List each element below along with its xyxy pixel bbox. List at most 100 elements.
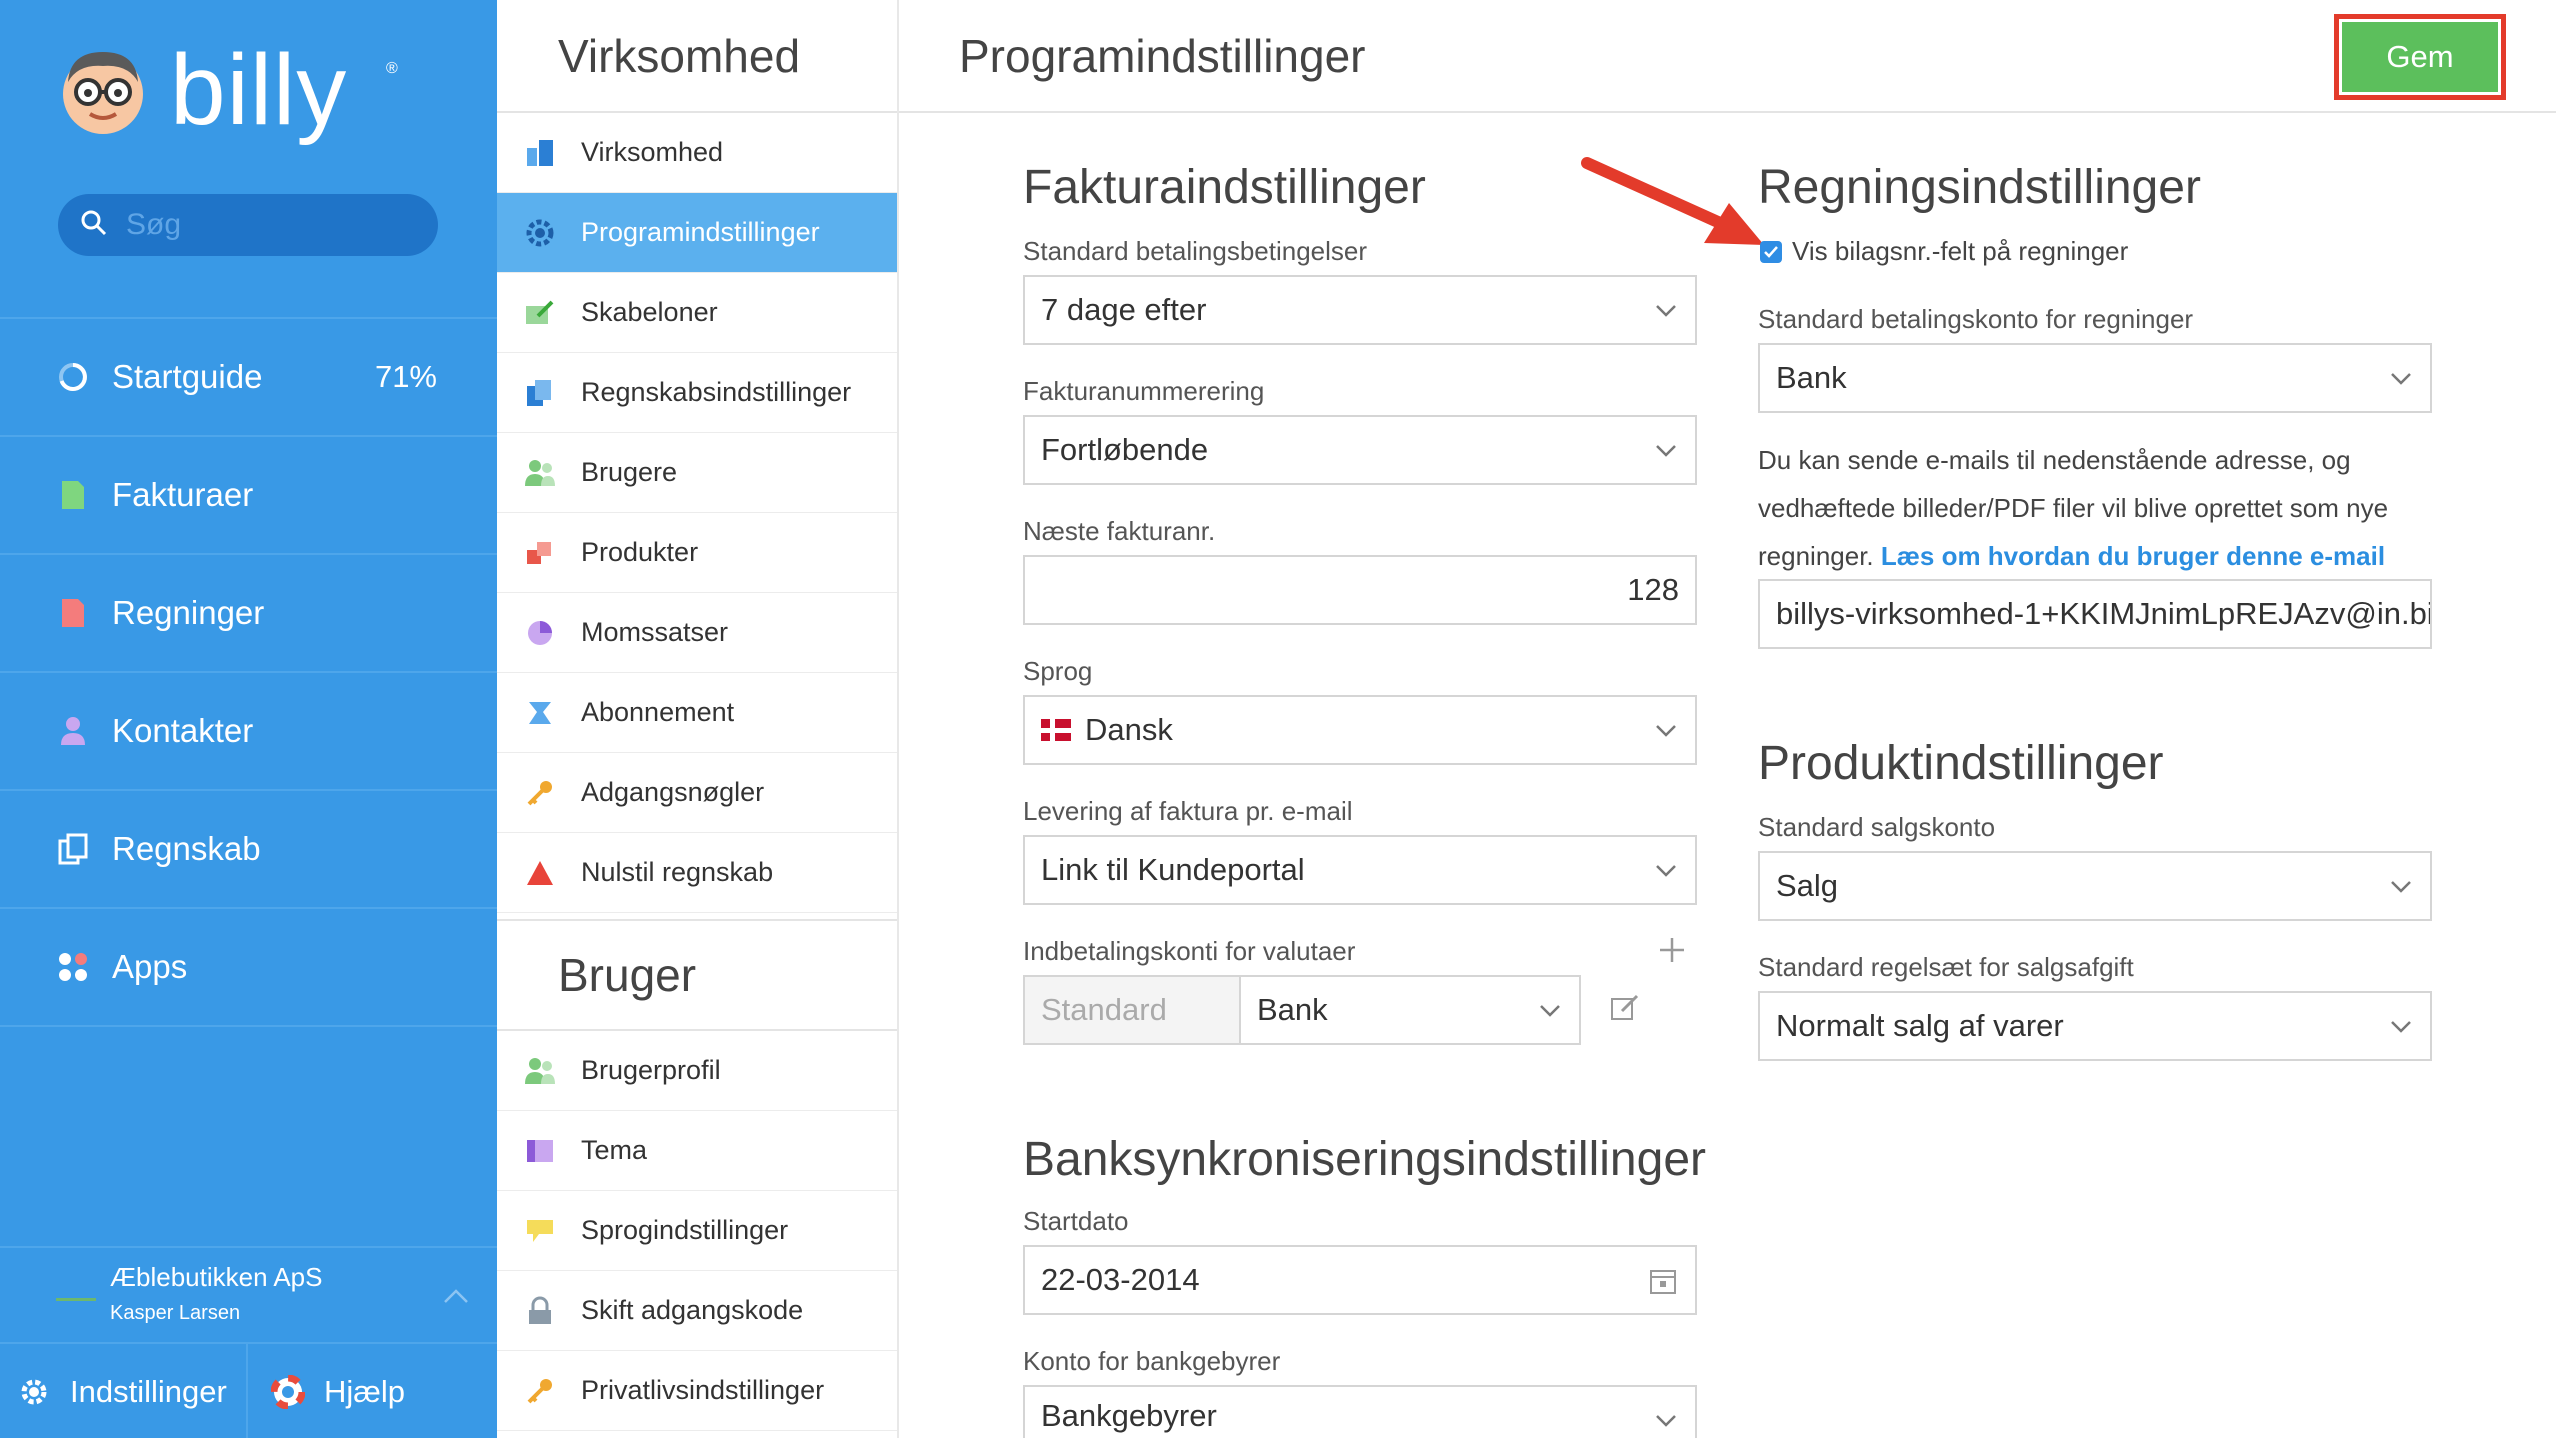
email-help-link[interactable]: Læs om hvordan du bruger denne e-mail [1881,541,2385,571]
bill-account-label: Standard betalingskonto for regninger [1758,304,2194,334]
menu-item-sprogindstillinger[interactable]: Sprogindstillinger [497,1191,897,1271]
select-value: Link til Kundeportal [1041,852,1305,887]
settings-button[interactable]: Indstillinger [0,1344,248,1438]
bank-fee-account-select[interactable]: Bankgebyrer [1023,1385,1697,1438]
nav-item-regninger[interactable]: Regninger [0,555,497,673]
nav-label: Regnskab [112,830,261,867]
checkbox-checked-icon[interactable] [1760,240,1782,263]
input-value: 22-03-2014 [1041,1262,1200,1297]
select-value: Bank [1776,360,1847,395]
chevron-down-icon [1656,725,1676,737]
company-logo-icon [56,1298,96,1301]
bill-icon [56,596,90,630]
settings-label: Indstillinger [70,1374,227,1409]
menu-item-abonnement[interactable]: Abonnement [497,673,897,753]
menu-item-tema[interactable]: Tema [497,1111,897,1191]
bill-account-select[interactable]: Bank [1758,343,2432,413]
menu-item-virksomhed[interactable]: Virksomhed [497,113,897,193]
add-currency-icon[interactable] [1657,935,1687,965]
edit-icon[interactable] [1609,992,1641,1024]
menu-item-skift-adgangskode[interactable]: Skift adgangskode [497,1271,897,1351]
calendar-icon[interactable] [1649,1267,1677,1295]
company-switcher[interactable]: Æblebutikken ApS Kasper Larsen [0,1246,497,1342]
select-value: Normalt salg af varer [1776,1008,2064,1043]
users-icon [523,1054,557,1088]
menu-label: Produkter [581,537,699,567]
payment-terms-select[interactable]: 7 dage efter [1023,275,1697,345]
currency-account-select[interactable]: Bank [1239,975,1581,1045]
nav-label: Kontakter [112,712,254,749]
menu-item-nulstil-regnskab[interactable]: Nulstil regnskab [497,833,897,913]
subscription-icon [523,696,557,730]
menu-label: Privatlivsindstillinger [581,1375,825,1405]
bill-email-address-field[interactable]: billys-virksomhed-1+KKIMJnimLpREJAzv@in.… [1758,579,2432,649]
chevron-down-icon [2391,373,2411,385]
nav-item-fakturaer[interactable]: Fakturaer [0,437,497,555]
billy-face-icon [58,42,148,138]
user-name: Kasper Larsen [110,1302,241,1324]
template-icon [523,296,557,330]
company-name: Æblebutikken ApS [110,1262,323,1292]
menu-section-title: Bruger [497,919,897,1031]
bill-settings-title: Regningsindstillinger [1758,161,2201,214]
apps-icon [56,950,90,984]
theme-icon [523,1134,557,1168]
language-select[interactable]: Dansk [1023,695,1697,765]
next-invoice-number-label: Næste fakturanr. [1023,516,1216,546]
sales-account-label: Standard salgskonto [1758,812,1996,842]
email-delivery-select[interactable]: Link til Kundeportal [1023,835,1697,905]
search-icon [80,209,108,242]
nav-item-startguide[interactable]: Startguide 71% [0,319,497,437]
nav-item-regnskab[interactable]: Regnskab [0,791,497,909]
menu-item-brugere[interactable]: Brugere [497,433,897,513]
select-value: Fortløbende [1041,432,1209,467]
info-line: vedhæftede billeder/PDF filer vil blive … [1758,493,2389,523]
menu-item-skabeloner[interactable]: Skabeloner [497,273,897,353]
start-date-input[interactable]: 22-03-2014 [1023,1245,1697,1315]
brand-logo[interactable]: billy ® [58,40,398,140]
menu-label: Skift adgangskode [581,1295,804,1325]
nav-item-kontakter[interactable]: Kontakter [0,673,497,791]
menu-label: Regnskabsindstillinger [581,377,852,407]
speech-bubble-icon [523,1214,557,1248]
sidebar-footer: Indstillinger Hjælp [0,1342,497,1438]
key-icon [523,1374,557,1408]
danish-flag-icon [1041,719,1071,741]
menu-item-brugerprofil[interactable]: Brugerprofil [497,1031,897,1111]
pie-chart-icon [523,616,557,650]
menu-item-momssatser[interactable]: Momssatser [497,593,897,673]
save-button[interactable]: Gem [2342,22,2498,92]
chevron-down-icon [2391,1021,2411,1033]
menu-item-produkter[interactable]: Produkter [497,513,897,593]
invoice-numbering-select[interactable]: Fortløbende [1023,415,1697,485]
lifebuoy-icon [270,1374,306,1410]
startguide-progress: 71% [374,359,437,394]
field-value: Standard [1041,992,1167,1027]
bank-sync-title: Banksynkroniseringsindstillinger [1023,1133,1706,1186]
menu-item-programindstillinger[interactable]: Programindstillinger [497,193,897,273]
input-value: billys-virksomhed-1+KKIMJnimLpREJAzv@in.… [1776,596,2432,631]
menu-item-adgangsnoegler[interactable]: Adgangsnøgler [497,753,897,833]
menu-item-privatlivsindstillinger[interactable]: Privatlivsindstillinger [497,1351,897,1431]
search-input[interactable] [126,208,416,242]
vat-ruleset-select[interactable]: Normalt salg af varer [1758,991,2432,1061]
chevron-down-icon [1540,1005,1560,1017]
menu-label: Brugere [581,457,678,487]
menu-label: Skabeloner [581,297,718,327]
next-invoice-number-input[interactable]: 128 [1023,555,1697,625]
nav-item-apps[interactable]: Apps [0,909,497,1027]
currency-accounts-label: Indbetalingskonti for valutaer [1023,936,1356,966]
search-box[interactable] [58,194,438,256]
email-delivery-label: Levering af faktura pr. e-mail [1023,796,1353,826]
ledger-icon [56,832,90,866]
help-button[interactable]: Hjælp [248,1344,405,1438]
show-voucher-number-checkbox[interactable]: Vis bilagsnr.-felt på regninger [1760,236,2128,267]
users-icon [523,456,557,490]
bill-email-info: Du kan sende e-mails til nedenstående ad… [1758,436,2458,580]
menu-item-regnskabsindstillinger[interactable]: Regnskabsindstillinger [497,353,897,433]
menu-label: Momssatser [581,617,729,647]
progress-ring-icon [56,360,90,394]
sales-account-select[interactable]: Salg [1758,851,2432,921]
warning-triangle-icon [523,856,557,890]
save-highlight-box: Gem [2334,14,2506,100]
